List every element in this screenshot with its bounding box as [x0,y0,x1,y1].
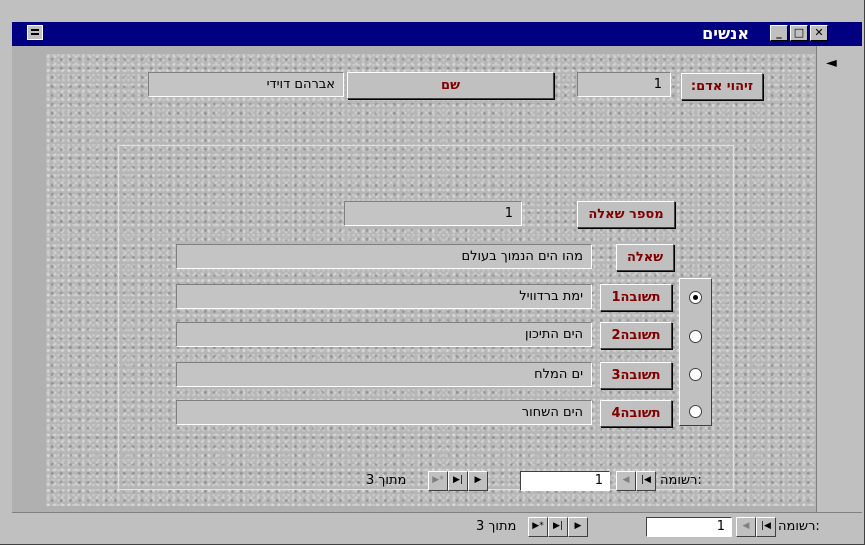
subform-record-count: מתוך 3 [366,473,407,488]
main-record-count: מתוך 3 [476,519,517,534]
name-field[interactable]: אברהם דוידי [148,72,344,97]
answer-2-field[interactable]: הים התיכון [176,322,592,347]
answer-4-label: תשובה4 [600,400,672,427]
answer-1-radio[interactable] [689,291,702,304]
subform-record-label: רשומה: [660,473,702,488]
question-number-label: מספר שאלה [577,201,675,228]
subform-next-record-button[interactable]: ▶ [468,471,488,491]
system-menu-icon[interactable] [27,25,43,40]
main-last-record-button[interactable]: ▶| [548,517,568,537]
subform-current-record-input[interactable]: 1 [520,471,610,491]
question-label: שאלה [616,244,674,271]
record-selector-column [816,46,851,512]
main-previous-record-button[interactable]: ◀ [736,517,756,537]
subform-first-record-button[interactable]: |◀ [636,471,656,491]
answer-3-label: תשובה3 [600,362,672,389]
main-current-record-input[interactable]: 1 [646,517,732,537]
question-number-field[interactable]: 1 [344,201,522,226]
form-window: אנשים _ □ ✕ ◄ זיהוי אדם: 1 שם אברהם דויד… [0,0,865,545]
name-label: שם [347,72,554,99]
subform-new-record-button[interactable]: ▶* [428,471,448,491]
main-record-label: רשומה: [778,519,820,534]
main-new-record-button[interactable]: ▶* [528,517,548,537]
maximize-button[interactable]: □ [790,25,808,41]
main-navigation-bar: מתוך 3 ▶* ▶| ▶ 1 ◀ |◀ רשומה: [466,517,862,537]
subform-last-record-button[interactable]: ▶| [448,471,468,491]
window-title: אנשים [702,24,749,43]
main-first-record-button[interactable]: |◀ [756,517,776,537]
answer-1-label: תשובה1 [600,284,672,311]
subform-navigation-bar: מתוך 3 ▶* ▶| ▶ 1 ◀ |◀ רשומה: [120,471,732,491]
questions-subform [118,145,734,490]
answer-3-field[interactable]: ים המלח [176,362,592,387]
main-next-record-button[interactable]: ▶ [568,517,588,537]
answer-2-label: תשובה2 [600,322,672,349]
answer-2-radio[interactable] [689,330,702,343]
close-button[interactable]: ✕ [810,25,828,41]
record-selector-arrow-icon[interactable]: ◄ [826,55,837,71]
answer-4-field[interactable]: הים השחור [176,400,592,425]
answer-3-radio[interactable] [689,368,702,381]
question-field[interactable]: מהו הים הנמוך בעולם [176,244,592,269]
subform-previous-record-button[interactable]: ◀ [616,471,636,491]
minimize-button[interactable]: _ [770,25,788,41]
answer-4-radio[interactable] [689,405,702,418]
answer-1-field[interactable]: ימת ברדוויל [176,284,592,309]
person-id-field[interactable]: 1 [577,72,671,97]
person-id-label: זיהוי אדם: [681,73,763,100]
